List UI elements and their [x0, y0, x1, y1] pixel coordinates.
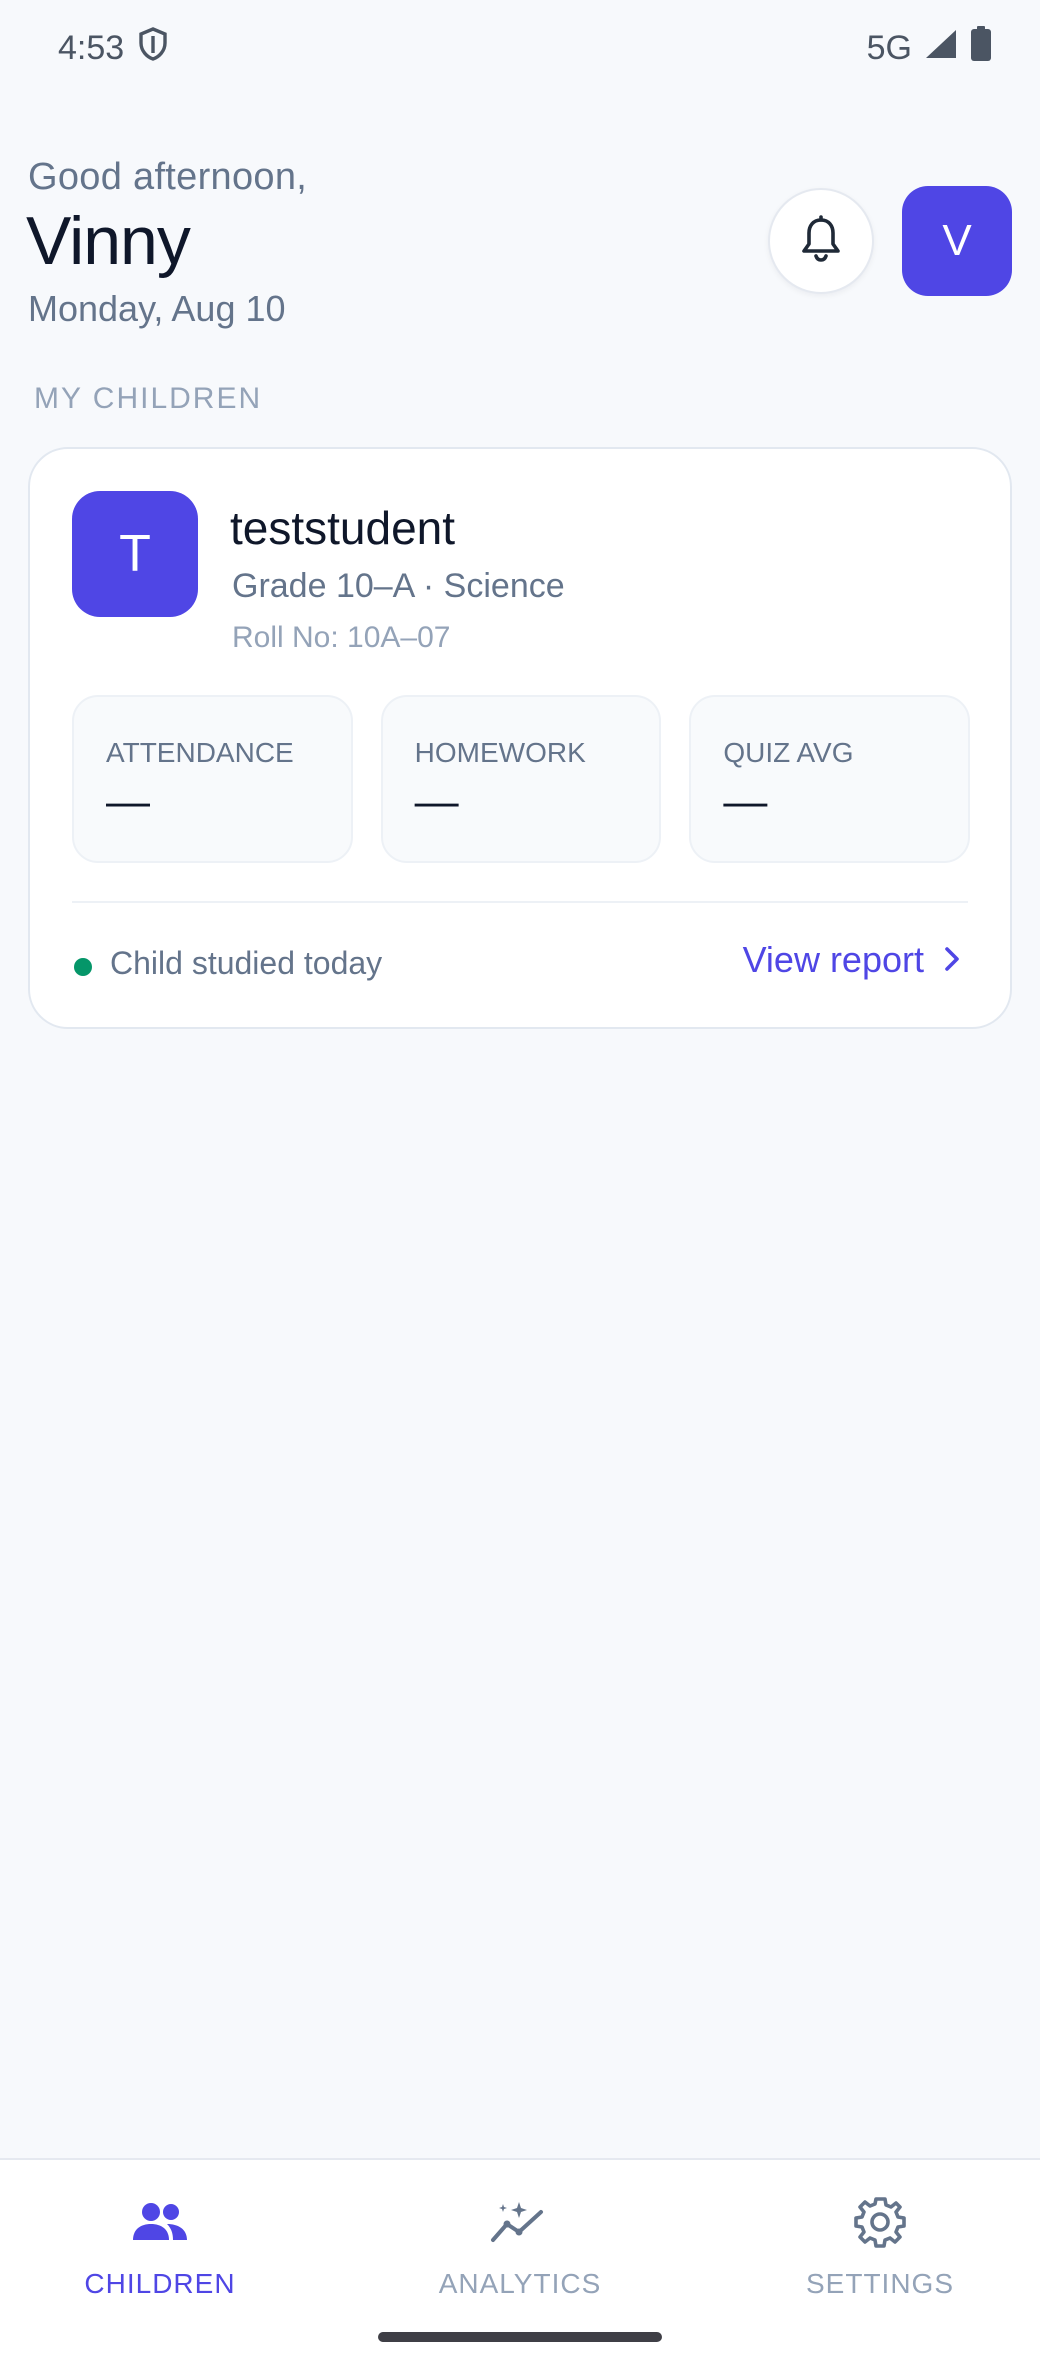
- stat-label: HOMEWORK: [414, 737, 586, 768]
- shield-icon: [138, 26, 168, 70]
- gear-icon: [853, 2196, 907, 2248]
- bell-icon: [799, 214, 843, 268]
- notifications-button[interactable]: [768, 188, 874, 294]
- stat-label: ATTENDANCE: [106, 737, 294, 768]
- status-dot-icon: [74, 958, 92, 976]
- child-roll-number: Roll No: 10A–07: [232, 621, 451, 654]
- status-left: 4:53: [58, 26, 168, 70]
- study-status-text: Child studied today: [110, 945, 383, 981]
- people-icon: [129, 2196, 191, 2248]
- section-label-my-children: MY CHILDREN: [34, 382, 263, 415]
- status-time: 4:53: [58, 28, 125, 67]
- stat-value: —: [106, 777, 150, 826]
- greeting-text: Good afternoon,: [28, 156, 308, 198]
- nav-item-analytics[interactable]: ANALYTICS: [400, 2160, 640, 2310]
- profile-avatar-button[interactable]: V: [902, 186, 1012, 296]
- user-name: Vinny: [26, 203, 191, 279]
- nav-label: SETTINGS: [805, 2268, 954, 2299]
- home-indicator[interactable]: [378, 2332, 662, 2342]
- nav-item-children[interactable]: CHILDREN: [40, 2160, 280, 2310]
- child-name: teststudent: [230, 502, 456, 554]
- network-type: 5G: [866, 28, 912, 67]
- battery-icon: [970, 25, 992, 71]
- bottom-nav: CHILDREN ANALYTICS SETTINGS: [0, 2158, 1040, 2360]
- nav-item-settings[interactable]: SETTINGS: [760, 2160, 1000, 2310]
- child-avatar: T: [72, 491, 198, 617]
- card-divider: [72, 901, 968, 903]
- stat-attendance: ATTENDANCE —: [72, 695, 353, 863]
- view-report-label: View report: [742, 939, 924, 980]
- stats-row: ATTENDANCE — HOMEWORK — QUIZ AVG —: [72, 695, 971, 863]
- sparkle-chart-icon: [489, 2196, 551, 2248]
- nav-label: ANALYTICS: [438, 2268, 602, 2299]
- stat-quiz-avg: QUIZ AVG —: [689, 695, 971, 863]
- nav-label: CHILDREN: [84, 2268, 236, 2299]
- signal-icon: [924, 28, 958, 69]
- stat-value: —: [414, 777, 459, 826]
- chevron-right-icon: [944, 939, 960, 981]
- view-report-link[interactable]: View report: [743, 939, 960, 981]
- child-grade: Grade 10–A · Science: [232, 567, 565, 605]
- stat-homework: HOMEWORK —: [380, 695, 662, 863]
- status-right: 5G: [866, 25, 992, 71]
- date-text: Monday, Aug 10: [28, 288, 286, 329]
- stat-label: QUIZ AVG: [723, 737, 854, 768]
- status-bar: 4:53 5G: [0, 0, 1040, 96]
- stat-value: —: [723, 777, 768, 826]
- parent-dashboard-screen: 4:53 5G Good afternoon, Vinny Monday, Au…: [0, 0, 1040, 2360]
- child-card[interactable]: T teststudent Grade 10–A · Science Roll …: [28, 447, 1012, 1029]
